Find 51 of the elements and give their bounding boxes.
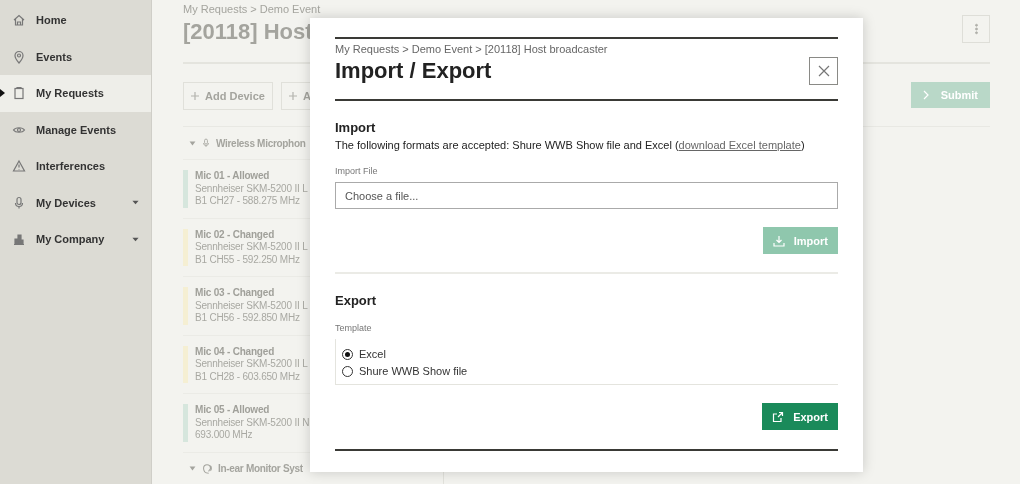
device-model: Sennheiser SKM-5200 II L	[195, 299, 308, 312]
share-icon	[772, 410, 785, 423]
section-heading: Export	[335, 293, 378, 308]
device-frequency: B1 CH56 - 592.850 MHz	[195, 312, 301, 325]
sidebar-item[interactable]: Interferences	[0, 148, 151, 185]
sidebar-item[interactable]: Manage Events	[0, 111, 151, 148]
download-icon	[772, 234, 785, 247]
microphone-icon	[201, 137, 211, 149]
page-title: [20118] Host	[183, 19, 314, 45]
section-heading: Import	[335, 120, 377, 135]
plus-icon	[288, 92, 297, 100]
template-link[interactable]: download Excel template	[678, 139, 801, 151]
sidebar-item[interactable]: Events	[0, 38, 151, 75]
clipboard-icon	[12, 86, 26, 101]
device-model: Sennheiser SKM-5200 II L	[195, 182, 308, 195]
device-model: Sennheiser SKM-5200 II N	[195, 416, 310, 429]
radio-option[interactable]: Shure WWB Show file	[342, 365, 838, 377]
export-button[interactable]: Export	[762, 403, 838, 430]
chevron-right-icon	[922, 90, 929, 100]
device-name: Mic 03 - Changed	[195, 287, 276, 300]
file-input[interactable]: Choose a file...	[335, 182, 838, 209]
device-name: Mic 02 - Changed	[195, 228, 276, 241]
warning-icon	[12, 159, 26, 174]
device-model: Sennheiser SKM-5200 II L	[195, 358, 308, 371]
device-name: Mic 01 - Allowed	[195, 170, 271, 183]
device-name: Mic 04 - Changed	[195, 345, 276, 358]
radio-option[interactable]: Excel	[342, 348, 838, 360]
device-name: Mic 05 - Allowed	[195, 404, 271, 417]
microphone-icon	[12, 195, 26, 210]
device-frequency: B1 CH27 - 588.275 MHz	[195, 195, 301, 208]
home-icon	[12, 13, 26, 28]
device-frequency: B1 CH55 - 592.250 MHz	[195, 253, 301, 266]
close-button[interactable]	[809, 57, 838, 85]
description-text: The following formats are accepted: Shure WWB Show file and Excel (download Excel template)	[335, 139, 806, 151]
device-frequency: B1 CH28 - 603.650 MHz	[195, 370, 301, 383]
location-pin-icon	[12, 49, 26, 64]
dialog-breadcrumb: My Requests > Demo Event > [20118] Host broadcaster	[335, 43, 608, 55]
sidebar-item[interactable]: Home	[0, 2, 151, 39]
more-icon	[974, 23, 978, 35]
plus-icon	[191, 92, 199, 100]
close-icon	[817, 65, 830, 77]
active-indicator-icon	[0, 89, 5, 97]
buildings-icon	[12, 232, 26, 247]
dialog-title: Import / Export	[335, 58, 493, 84]
sidebar-item[interactable]: My Devices	[0, 184, 151, 221]
sidebar-item[interactable]: My Company	[0, 221, 151, 258]
field-label: Template	[335, 323, 373, 333]
field-label: Import File	[335, 166, 379, 176]
sidebar-item[interactable]: My Requests	[0, 75, 151, 112]
device-frequency: 693.000 MHz	[195, 429, 254, 442]
device-model: Sennheiser SKM-5200 II L	[195, 241, 308, 254]
